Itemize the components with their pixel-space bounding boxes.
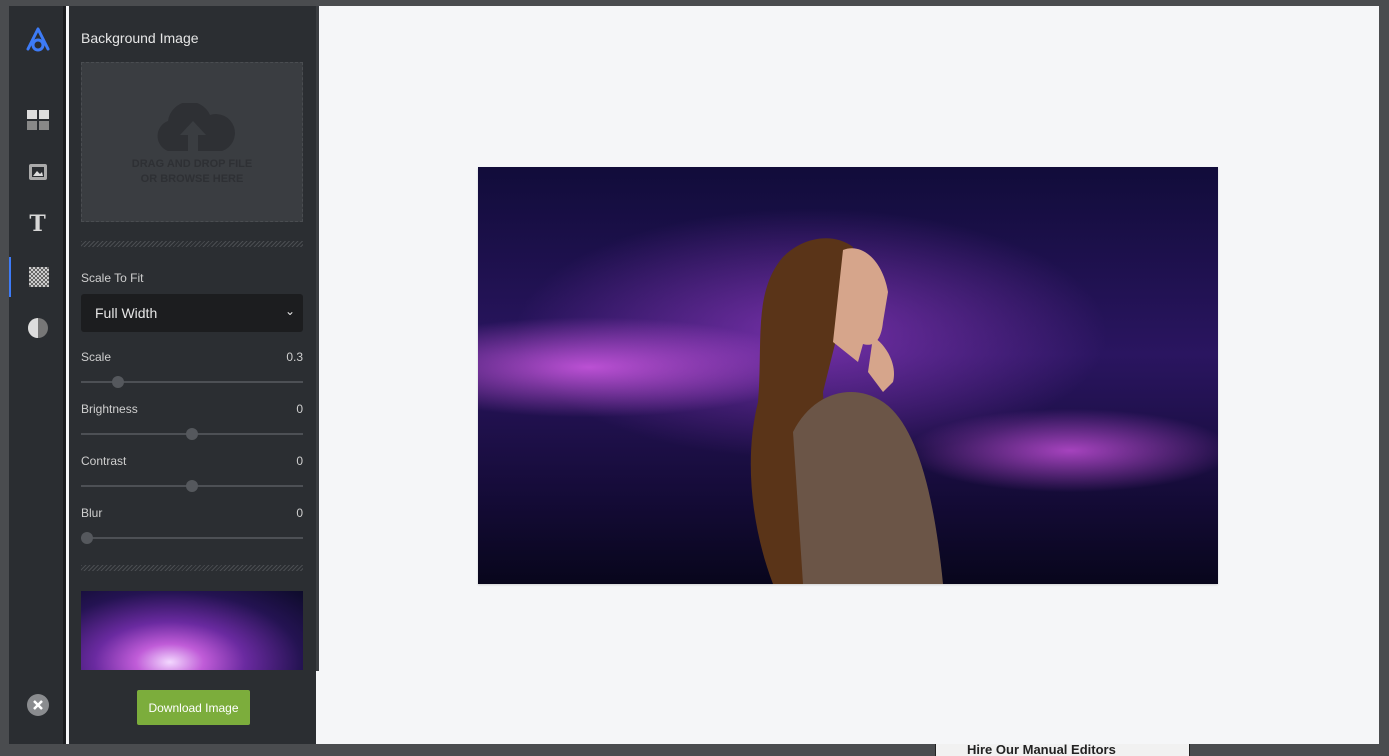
blur-slider[interactable] [81, 532, 303, 544]
blur-label: Blur [81, 506, 103, 520]
file-dropzone[interactable]: DRAG AND DROP FILE OR BROWSE HERE [81, 62, 303, 222]
logo-icon [9, 19, 66, 59]
cloud-upload-icon [157, 103, 235, 151]
contrast-slider[interactable] [81, 480, 303, 492]
scale-label: Scale [81, 350, 112, 364]
portrait-figure [750, 238, 943, 584]
scale-to-fit-value: Full Width [95, 305, 158, 321]
brightness-label: Brightness [81, 402, 138, 416]
divider [81, 565, 303, 571]
background-pattern-icon[interactable] [9, 257, 66, 297]
tool-rail: T [9, 6, 66, 744]
background-thumbnail[interactable] [81, 591, 303, 670]
panel-title: Background Image [81, 30, 199, 46]
layout-grid-icon[interactable] [9, 100, 66, 140]
chevron-down-icon: ⌄ [284, 304, 295, 318]
slider-thumb[interactable] [112, 376, 124, 388]
dropzone-line1: DRAG AND DROP FILE [131, 158, 253, 170]
slider-thumb[interactable] [186, 428, 198, 440]
contrast-icon[interactable] [9, 308, 66, 348]
scale-to-fit-select[interactable]: Full Width ⌄ [81, 294, 303, 332]
divider [81, 241, 303, 247]
brightness-value: 0 [296, 402, 303, 416]
scale-to-fit-label: Scale To Fit [81, 271, 144, 285]
panel-scrollbar[interactable] [316, 6, 319, 671]
blur-value: 0 [296, 506, 303, 520]
scale-value: 0.3 [286, 350, 303, 364]
slider-thumb[interactable] [81, 532, 93, 544]
image-editor-modal: T Background Image DRAG AND DROP FILE OR … [9, 6, 1379, 744]
image-icon[interactable] [9, 152, 66, 192]
contrast-label: Contrast [81, 454, 127, 468]
close-icon[interactable] [9, 685, 66, 725]
download-image-button[interactable]: Download Image [137, 690, 250, 725]
brightness-slider[interactable] [81, 428, 303, 440]
text-icon[interactable]: T [9, 204, 66, 244]
contrast-value: 0 [296, 454, 303, 468]
canvas-image [478, 167, 1218, 584]
slider-thumb[interactable] [186, 480, 198, 492]
settings-panel: Background Image DRAG AND DROP FILE OR BR… [69, 6, 316, 744]
hire-editors-text: Hire Our Manual Editors [967, 744, 1116, 756]
background-page: Hire Our Manual Editors [935, 744, 1190, 756]
dropzone-line2: OR BROWSE HERE [140, 173, 244, 185]
scale-slider[interactable] [81, 376, 303, 388]
